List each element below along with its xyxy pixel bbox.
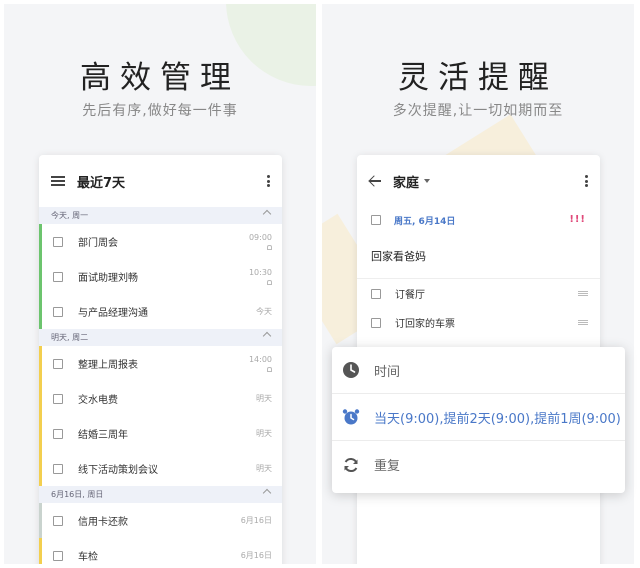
subtask-checkbox[interactable] <box>371 288 381 299</box>
task-due-time: 明天 <box>256 464 272 473</box>
repeat-icon <box>344 457 358 472</box>
reminder-row[interactable]: 当天(9:00),提前2天(9:00),提前1周(9:00) <box>332 394 625 441</box>
section-header[interactable]: 6月16日, 周日 <box>39 486 282 503</box>
task-due: 14:00 <box>249 355 272 375</box>
time-row[interactable]: 时间 <box>332 347 625 394</box>
task-checkbox[interactable] <box>53 271 63 282</box>
list-title[interactable]: 家庭 <box>393 172 419 191</box>
task-list: 今天, 周一部门周会 09:00 面试助理刘畅 10:30 与产品经理沟通 今天明天, 周… <box>39 207 282 564</box>
task-due: 明天 <box>256 394 272 404</box>
task-due: 6月16日 <box>241 516 272 526</box>
menu-icon[interactable] <box>51 176 65 186</box>
task-row[interactable]: 结婚三周年 明天 <box>39 416 282 451</box>
task-checkbox[interactable] <box>53 550 63 561</box>
task-checkbox[interactable] <box>53 515 63 526</box>
task-due: 明天 <box>256 429 272 439</box>
task-row[interactable]: 部门周会 09:00 <box>39 224 282 259</box>
task-checkbox[interactable] <box>53 306 63 317</box>
bell-icon <box>267 245 272 250</box>
task-title[interactable]: 回家看爸妈 <box>357 233 600 279</box>
subtask-checkbox[interactable] <box>371 317 381 328</box>
section-header[interactable]: 明天, 周二 <box>39 329 282 346</box>
collapse-chevron-icon[interactable] <box>262 209 272 219</box>
task-due: 10:30 <box>249 268 272 288</box>
reminder-popup: 时间 当天(9:00),提前2天(9:00),提前1周(9:00) 重复 <box>332 347 625 493</box>
section-header[interactable]: 今天, 周一 <box>39 207 282 224</box>
task-due: 今天 <box>256 307 272 317</box>
task-checkbox[interactable] <box>53 463 63 474</box>
subtask-label: 订回家的车票 <box>395 319 455 330</box>
task-label: 整理上周报表 <box>78 360 138 371</box>
task-due: 09:00 <box>249 233 272 253</box>
task-due: 明天 <box>256 464 272 474</box>
subtask-label: 订餐厅 <box>395 290 425 301</box>
app-bar: 家庭 <box>357 155 600 207</box>
task-due: 6月16日 <box>241 551 272 561</box>
task-due-time: 明天 <box>256 394 272 403</box>
task-row[interactable]: 交水电费 明天 <box>39 381 282 416</box>
clock-icon <box>343 362 359 378</box>
task-checkbox[interactable] <box>53 358 63 369</box>
task-due-time: 明天 <box>256 429 272 438</box>
back-arrow-icon[interactable] <box>369 176 381 186</box>
task-checkbox[interactable] <box>53 428 63 439</box>
task-row[interactable]: 车检 6月16日 <box>39 538 282 564</box>
left-subline: 先后有序,做好每一件事 <box>82 103 238 119</box>
more-options-icon[interactable] <box>584 175 588 187</box>
collapse-chevron-icon[interactable] <box>262 331 272 341</box>
recent-7-days-screen: 最近7天 今天, 周一 部门周会 09:00 面试助理刘畅 10:30 与产品经理沟通 今天… <box>39 155 282 564</box>
app-bar: 最近7天 <box>39 155 282 207</box>
task-label: 面试助理刘畅 <box>78 273 138 284</box>
due-date[interactable]: 周五, 6月14日 <box>394 214 455 227</box>
due-date-row[interactable]: 周五, 6月14日 !!! <box>357 207 600 233</box>
collapse-chevron-icon[interactable] <box>262 488 272 498</box>
repeat-row[interactable]: 重复 <box>332 441 625 488</box>
more-options-icon[interactable] <box>266 175 270 187</box>
section-header-label: 明天, 周二 <box>51 333 89 342</box>
task-row[interactable]: 与产品经理沟通 今天 <box>39 294 282 329</box>
task-checkbox[interactable] <box>53 393 63 404</box>
subtask-item[interactable]: 订餐厅 <box>357 279 600 308</box>
left-headline: 高效管理 <box>80 60 240 96</box>
complete-checkbox[interactable] <box>371 215 381 225</box>
task-label: 交水电费 <box>78 395 118 406</box>
page-title: 最近7天 <box>77 175 126 191</box>
bell-icon <box>267 280 272 285</box>
reminder-summary: 当天(9:00),提前2天(9:00),提前1周(9:00) <box>374 411 621 427</box>
task-due-time: 09:00 <box>248 233 272 242</box>
task-row[interactable]: 信用卡还款 6月16日 <box>39 503 282 538</box>
alarm-clock-icon <box>342 409 360 425</box>
task-checkbox[interactable] <box>53 236 63 247</box>
dropdown-caret-icon[interactable] <box>424 179 431 183</box>
task-label: 结婚三周年 <box>78 430 128 441</box>
task-label: 信用卡还款 <box>78 517 128 528</box>
bell-icon <box>267 367 272 372</box>
priority-flag[interactable]: !!! <box>569 214 586 225</box>
task-due-time: 6月16日 <box>240 516 272 525</box>
task-label: 部门周会 <box>78 238 118 249</box>
drag-handle-icon[interactable] <box>578 291 588 296</box>
task-label: 车检 <box>78 552 98 563</box>
right-subline: 多次提醒,让一切如期而至 <box>392 103 564 119</box>
subtask-item[interactable]: 订回家的车票 <box>357 308 600 337</box>
task-label: 与产品经理沟通 <box>78 308 148 319</box>
section-header-label: 6月16日, 周日 <box>51 490 104 499</box>
section-header-label: 今天, 周一 <box>51 211 89 220</box>
time-label: 时间 <box>374 364 401 380</box>
task-due-time: 今天 <box>256 307 272 316</box>
task-row[interactable]: 整理上周报表 14:00 <box>39 346 282 381</box>
task-due-time: 6月16日 <box>240 551 272 560</box>
repeat-label: 重复 <box>374 459 401 474</box>
left-showcase-panel: 高效管理 先后有序,做好每一件事 最近7天 今天, 周一部门周会 09:00 面试助… <box>4 4 316 564</box>
task-label: 线下活动策划会议 <box>78 465 158 476</box>
right-headline: 灵活提醒 <box>398 60 558 96</box>
drag-handle-icon[interactable] <box>578 320 588 325</box>
task-due-time: 14:00 <box>248 355 272 364</box>
task-row[interactable]: 面试助理刘畅 10:30 <box>39 259 282 294</box>
task-row[interactable]: 线下活动策划会议 明天 <box>39 451 282 486</box>
task-due-time: 10:30 <box>248 268 272 277</box>
